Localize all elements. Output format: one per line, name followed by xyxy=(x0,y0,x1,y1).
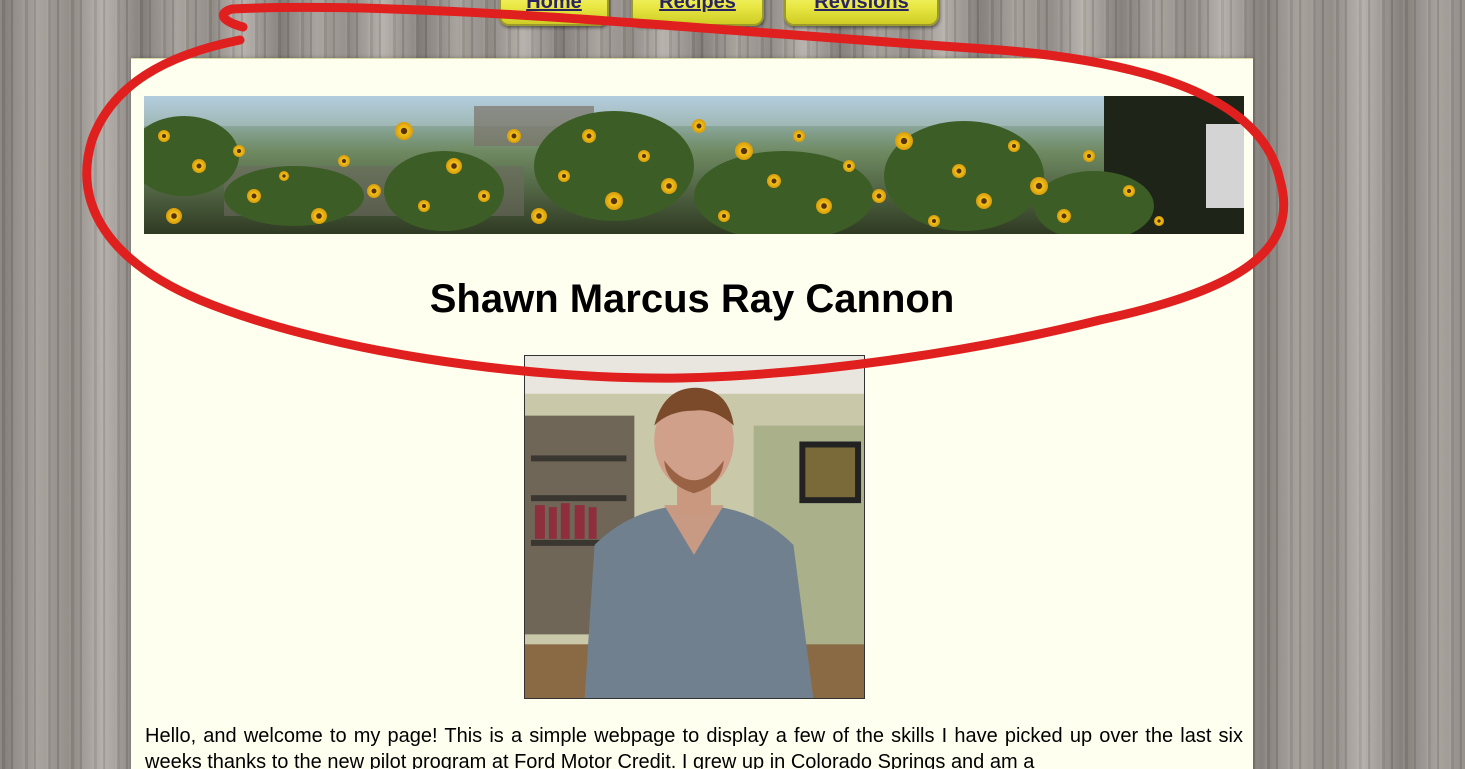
sunflower-banner-image xyxy=(144,96,1244,234)
nav-link-revisions[interactable]: Revisions xyxy=(786,0,937,20)
nav-tab-home[interactable]: Home xyxy=(499,0,609,26)
nav-tab-recipes[interactable]: Recipes xyxy=(631,0,764,26)
top-navigation: Home Recipes Revisions xyxy=(0,0,1465,30)
nav-tab-revisions[interactable]: Revisions xyxy=(784,0,939,26)
page-title: Shawn Marcus Ray Cannon xyxy=(429,277,955,321)
nav-link-home[interactable]: Home xyxy=(501,0,607,20)
intro-paragraph: Hello, and welcome to my page! This is a… xyxy=(145,725,1243,769)
nav-link-recipes[interactable]: Recipes xyxy=(633,0,762,20)
portrait-photo xyxy=(524,355,865,699)
content-panel: Shawn Marcus Ray Cannon Hello, and welco… xyxy=(131,58,1253,769)
